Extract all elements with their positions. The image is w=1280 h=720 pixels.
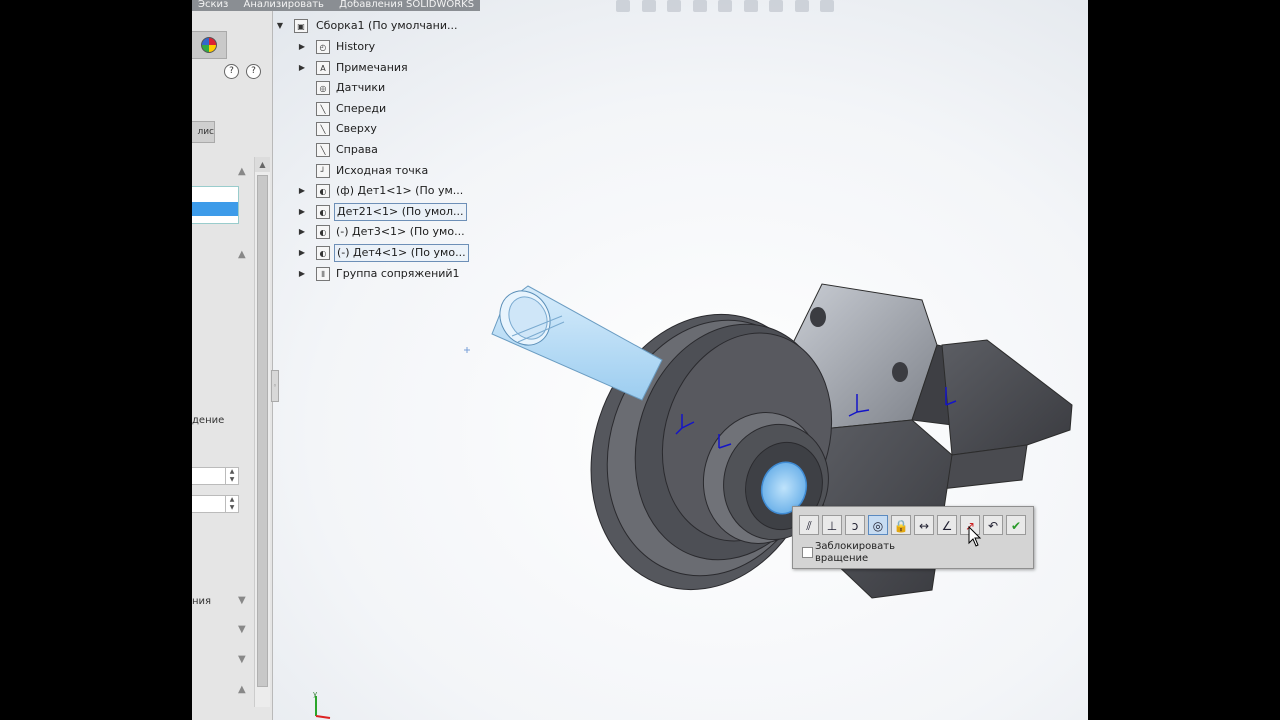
lock-rotation-checkbox[interactable] bbox=[802, 547, 813, 558]
tangent-icon[interactable]: ↄ bbox=[845, 515, 865, 535]
perpendicular-icon[interactable]: ⊥ bbox=[822, 515, 842, 535]
distance-icon[interactable]: ↔ bbox=[914, 515, 934, 535]
angle-icon[interactable]: ∠ bbox=[937, 515, 957, 535]
solidworks-window: Эскиз Анализировать Добавления SOLIDWORK… bbox=[192, 0, 1088, 720]
coincident-icon[interactable]: ⫽ bbox=[799, 515, 819, 535]
lock-icon[interactable]: 🔒 bbox=[891, 515, 911, 535]
ok-icon[interactable]: ✔ bbox=[1006, 515, 1026, 535]
part-shaft[interactable] bbox=[490, 282, 663, 401]
undo-icon[interactable]: ↶ bbox=[983, 515, 1003, 535]
graphics-area[interactable] bbox=[192, 0, 1088, 720]
concentric-icon[interactable]: ◎ bbox=[868, 515, 888, 535]
lock-rotation-label: Заблокировать вращение bbox=[815, 541, 895, 564]
mouse-cursor-icon bbox=[968, 526, 982, 547]
svg-text:y: y bbox=[313, 690, 317, 698]
mate-context-toolbar: ⫽ ⊥ ↄ ◎ 🔒 ↔ ∠ ↗ ↶ ✔ Заблокировать вращение bbox=[792, 506, 1034, 569]
axis-triad: y bbox=[313, 690, 331, 719]
